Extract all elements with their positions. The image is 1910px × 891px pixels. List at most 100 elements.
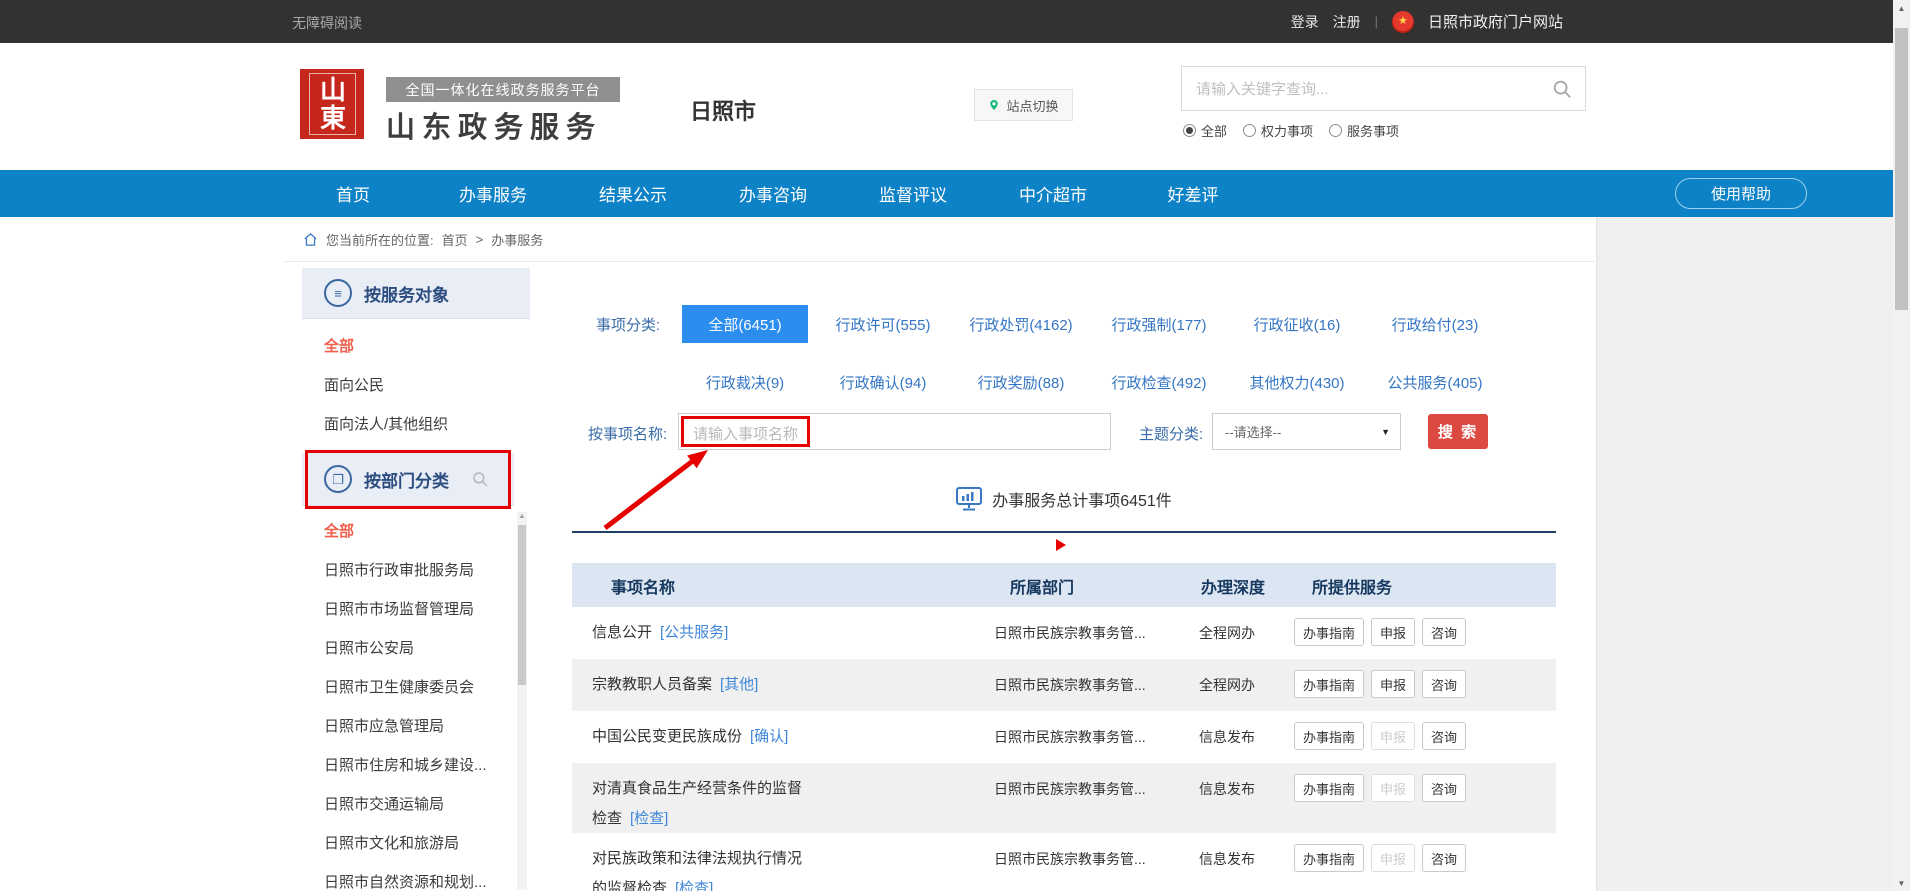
- item-name-text[interactable]: 的监督检查: [592, 880, 667, 891]
- nav-item[interactable]: 办事咨询: [703, 170, 843, 217]
- category-tab[interactable]: 行政征收(16): [1254, 314, 1341, 335]
- col-header-depth: 办理深度: [1201, 574, 1265, 598]
- category-tab[interactable]: 其他权力(430): [1249, 372, 1344, 393]
- item-type-tag[interactable]: [确认]: [750, 728, 788, 745]
- guide-button[interactable]: 办事指南: [1294, 774, 1364, 802]
- home-icon: [303, 232, 318, 247]
- accessibility-link[interactable]: 无障碍阅读: [292, 13, 362, 33]
- nav-item[interactable]: 结果公示: [563, 170, 703, 217]
- portal-site-link[interactable]: 日照市政府门户网站: [1428, 11, 1563, 32]
- nav-item[interactable]: 首页: [283, 170, 423, 217]
- nav-item[interactable]: 办事服务: [423, 170, 563, 217]
- sidebar-dept-item[interactable]: 日照市行政审批服务局: [302, 551, 530, 590]
- category-tab[interactable]: 行政给付(23): [1392, 314, 1479, 335]
- guide-button[interactable]: 办事指南: [1294, 722, 1364, 750]
- sidebar-dept-item[interactable]: 日照市卫生健康委员会: [302, 668, 530, 707]
- sidebar-scrollbar[interactable]: ▲: [517, 512, 527, 890]
- register-link[interactable]: 注册: [1333, 12, 1361, 32]
- item-type-tag[interactable]: [公共服务]: [660, 624, 728, 641]
- sidebar-dept-item[interactable]: 日照市文化和旅游局: [302, 824, 530, 863]
- nav-item[interactable]: 监督评议: [843, 170, 983, 217]
- dept-section-header[interactable]: ❐ 按部门分类: [302, 453, 514, 506]
- service-object-section-header[interactable]: ≡ 按服务对象: [302, 268, 530, 319]
- radio-icon[interactable]: [1243, 124, 1256, 137]
- sidebar-scrollbar-thumb[interactable]: [518, 525, 526, 685]
- category-tab-active[interactable]: 全部(6451): [682, 305, 808, 343]
- item-name-text[interactable]: 对清真食品生产经营条件的监督: [592, 780, 802, 797]
- item-name-text[interactable]: 检查: [592, 810, 622, 827]
- sidebar-dept-item[interactable]: 日照市公安局: [302, 629, 530, 668]
- item-type-tag[interactable]: [检查]: [630, 810, 668, 827]
- sidebar-service-item[interactable]: 面向法人/其他组织: [302, 405, 530, 444]
- scope-radio[interactable]: 权力事项: [1243, 121, 1313, 140]
- consult-button[interactable]: 咨询: [1422, 670, 1466, 698]
- site-switch-button[interactable]: 站点切换: [974, 89, 1073, 121]
- search-icon[interactable]: [1551, 78, 1573, 100]
- category-tab[interactable]: 行政检查(492): [1111, 372, 1206, 393]
- login-link[interactable]: 登录: [1291, 12, 1319, 32]
- scope-label: 服务事项: [1347, 121, 1399, 140]
- item-name[interactable]: 宗教教职人员备案 [其他]: [592, 670, 982, 700]
- item-department: 日照市民族宗教事务管...: [994, 779, 1184, 799]
- item-type-tag[interactable]: [其他]: [720, 676, 758, 693]
- guide-button[interactable]: 办事指南: [1294, 670, 1364, 698]
- consult-button[interactable]: 咨询: [1422, 844, 1466, 872]
- sidebar-scroll-up-icon[interactable]: ▲: [517, 513, 527, 520]
- scroll-down-icon[interactable]: ▼: [1893, 875, 1910, 891]
- radio-icon[interactable]: [1329, 124, 1342, 137]
- item-name-text[interactable]: 中国公民变更民族成份: [592, 728, 742, 745]
- item-type-tag[interactable]: [检查]: [675, 880, 713, 891]
- page-scrollbar[interactable]: ▲ ▼: [1893, 0, 1910, 891]
- scroll-up-icon[interactable]: ▲: [1893, 0, 1910, 16]
- apply-button[interactable]: 申报: [1371, 618, 1415, 646]
- search-button[interactable]: 搜 索: [1428, 414, 1488, 449]
- category-tab[interactable]: 公共服务(405): [1387, 372, 1482, 393]
- scope-radio[interactable]: 服务事项: [1329, 121, 1399, 140]
- item-name[interactable]: 信息公开 [公共服务]: [592, 618, 982, 648]
- sidebar-dept-item[interactable]: 日照市市场监督管理局: [302, 590, 530, 629]
- nav-item[interactable]: 中介超市: [983, 170, 1123, 217]
- category-tab[interactable]: 行政确认(94): [840, 372, 927, 393]
- item-name[interactable]: 中国公民变更民族成份 [确认]: [592, 722, 982, 752]
- guide-button[interactable]: 办事指南: [1294, 844, 1364, 872]
- guide-button[interactable]: 办事指南: [1294, 618, 1364, 646]
- item-depth: 全程网办: [1199, 675, 1289, 695]
- category-tab[interactable]: 行政强制(177): [1111, 314, 1206, 335]
- breadcrumb-home-link[interactable]: 首页: [442, 230, 468, 249]
- apply-button: 申报: [1371, 722, 1415, 750]
- category-tab[interactable]: 行政处罚(4162): [969, 314, 1072, 335]
- category-tab[interactable]: 行政裁决(9): [706, 372, 784, 393]
- sidebar-dept-item[interactable]: 日照市交通运输局: [302, 785, 530, 824]
- item-name-text[interactable]: 信息公开: [592, 624, 652, 641]
- item-department: 日照市民族宗教事务管...: [994, 675, 1184, 695]
- category-filter-label: 事项分类:: [596, 314, 660, 335]
- sidebar-dept-item[interactable]: 日照市自然资源和规划...: [302, 863, 530, 890]
- dept-search-icon[interactable]: [471, 470, 489, 488]
- dept-list: ▲ 全部日照市行政审批服务局日照市市场监督管理局日照市公安局日照市卫生健康委员会…: [302, 506, 530, 890]
- consult-button[interactable]: 咨询: [1422, 774, 1466, 802]
- consult-button[interactable]: 咨询: [1422, 722, 1466, 750]
- nav-item[interactable]: 好差评: [1123, 170, 1263, 217]
- radio-icon[interactable]: [1183, 124, 1196, 137]
- category-cell: 全部(6451): [676, 302, 814, 346]
- item-name-placeholder: 请输入事项名称: [693, 423, 798, 444]
- category-tab[interactable]: 行政许可(555): [835, 314, 930, 335]
- help-button[interactable]: 使用帮助: [1675, 178, 1807, 209]
- sidebar-dept-item[interactable]: 日照市应急管理局: [302, 707, 530, 746]
- sidebar-service-item[interactable]: 全部: [302, 327, 530, 366]
- page-scrollbar-thumb[interactable]: [1895, 28, 1908, 310]
- topic-select[interactable]: --请选择-- ▼: [1212, 413, 1401, 450]
- sidebar-dept-item[interactable]: 全部: [302, 512, 530, 551]
- apply-button[interactable]: 申报: [1371, 670, 1415, 698]
- consult-button[interactable]: 咨询: [1422, 618, 1466, 646]
- item-name-text[interactable]: 宗教教职人员备案: [592, 676, 712, 693]
- item-name[interactable]: 对民族政策和法律法规执行情况的监督检查 [检查]: [592, 844, 982, 891]
- item-name-input[interactable]: 请输入事项名称: [678, 413, 1111, 450]
- item-name[interactable]: 对清真食品生产经营条件的监督检查 [检查]: [592, 774, 982, 834]
- category-tab[interactable]: 行政奖励(88): [978, 372, 1065, 393]
- sidebar-dept-item[interactable]: 日照市住房和城乡建设...: [302, 746, 530, 785]
- item-name-text[interactable]: 对民族政策和法律法规执行情况: [592, 850, 802, 867]
- sidebar-service-item[interactable]: 面向公民: [302, 366, 530, 405]
- keyword-search-box[interactable]: 请输入关键字查询...: [1181, 66, 1586, 111]
- scope-radio[interactable]: 全部: [1183, 121, 1227, 140]
